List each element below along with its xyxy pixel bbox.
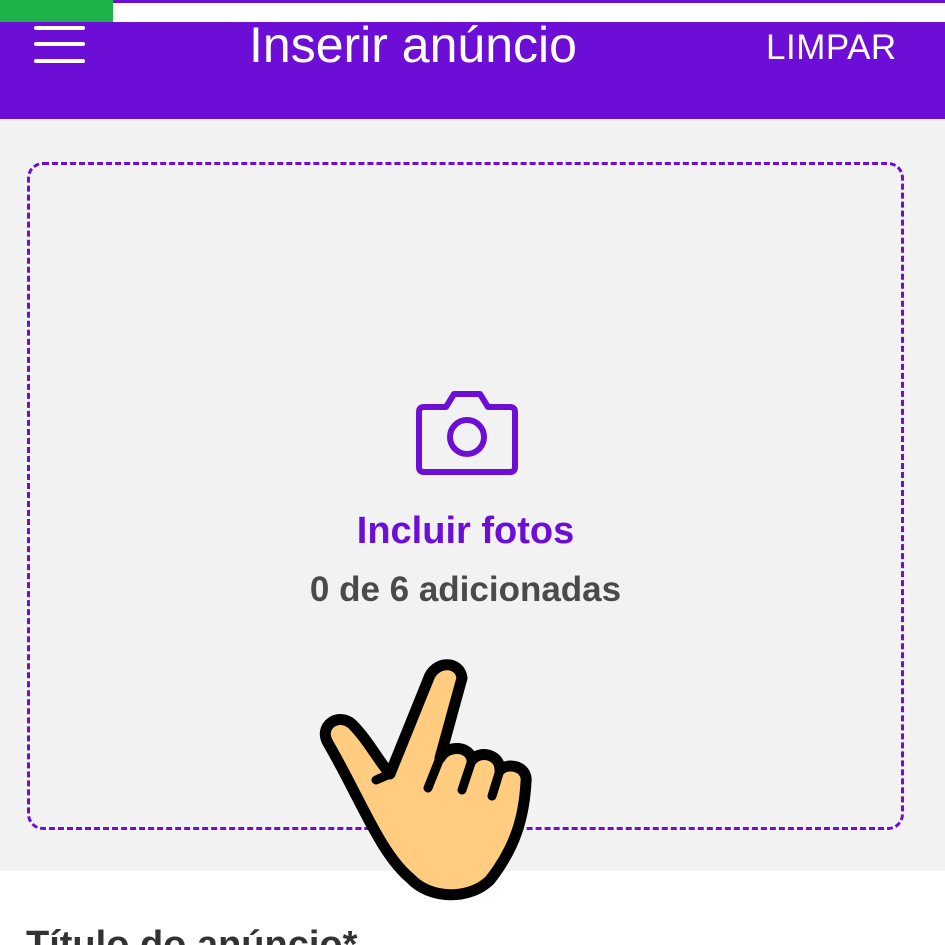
hamburger-menu-icon[interactable] [26,22,92,72]
photo-count-text: 0 de 6 adicionadas [309,570,622,609]
page-load-progress [0,0,113,22]
add-photos-label: Incluir fotos [356,510,575,552]
screen: Inserir anúncio LIMPAR Incluir fotos 0 d… [0,0,945,945]
camera-icon [416,391,518,475]
menu-line [34,42,85,46]
ad-title-label: Título do anúncio* [26,924,358,945]
pointing-hand-icon [320,659,532,901]
app-bar: Inserir anúncio LIMPAR [0,17,945,119]
clear-button[interactable]: LIMPAR [766,30,897,65]
menu-line [34,59,85,63]
page-title: Inserir anúncio [249,17,577,73]
top-edge [113,0,945,3]
menu-line [34,26,85,30]
